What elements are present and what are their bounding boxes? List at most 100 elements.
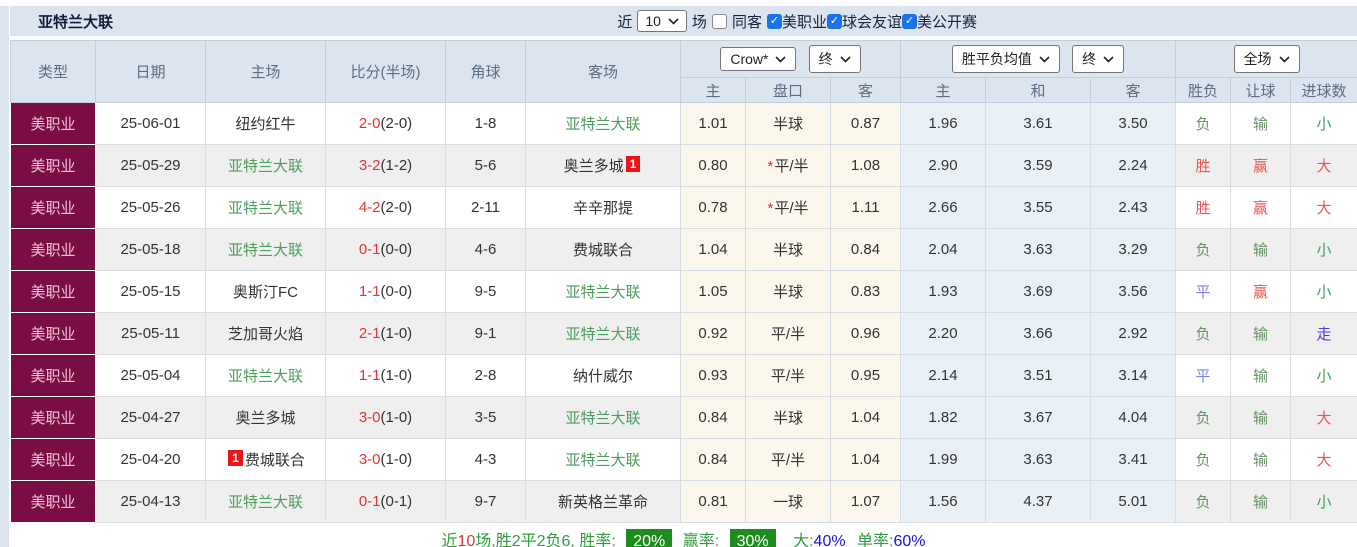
league-filter-checkbox[interactable]: [902, 14, 917, 29]
europe-status-select[interactable]: 终: [1072, 45, 1124, 73]
goals-result-cell: 大: [1291, 187, 1357, 229]
team-name: 亚特兰大联: [228, 200, 303, 217]
away-team-cell[interactable]: 亚特兰大联: [526, 271, 681, 313]
header-group-row: 类型 日期 主场 比分(半场) 角球 客场 Crow* 终: [11, 41, 1357, 78]
col-header-type: 类型: [11, 41, 96, 103]
halftime-score: (2-0): [381, 115, 413, 132]
score-cell[interactable]: 4-2(2-0): [326, 187, 446, 229]
handicap-cell: *平/半: [746, 187, 831, 229]
euro-away-odds-cell: 2.24: [1091, 145, 1176, 187]
same-away-checkbox[interactable]: [712, 14, 727, 29]
score-cell[interactable]: 2-1(1-0): [326, 313, 446, 355]
handicap-result-cell: 输: [1231, 103, 1291, 145]
league-filter-label: 美公开赛: [917, 11, 977, 32]
table-row: 美职业25-05-15奥斯汀FC1-1(0-0)9-5亚特兰大联1.05半球0.…: [11, 271, 1357, 313]
handicap-cell: 半球: [746, 397, 831, 439]
euro-home-odds-cell: 1.99: [901, 439, 986, 481]
date-cell: 25-04-13: [96, 481, 206, 523]
goals-result-cell: 大: [1291, 439, 1357, 481]
away-team-cell[interactable]: 新英格兰革命: [526, 481, 681, 523]
recent-count-value: 10: [645, 13, 661, 29]
league-cell: 美职业: [11, 145, 96, 187]
team-name: 纽约红牛: [235, 116, 295, 133]
euro-draw-odds-cell: 3.63: [986, 229, 1091, 271]
subcol-euro-away: 客: [1091, 78, 1176, 103]
handicap-cell: 半球: [746, 271, 831, 313]
bookmaker-select[interactable]: Crow*: [720, 47, 796, 71]
home-team-cell[interactable]: 芝加哥火焰: [206, 313, 326, 355]
home-team-cell[interactable]: 奥斯汀FC: [206, 271, 326, 313]
away-team-cell[interactable]: 亚特兰大联: [526, 397, 681, 439]
date-cell: 25-04-20: [96, 439, 206, 481]
asia-status-select[interactable]: 终: [809, 45, 861, 73]
handicap-win-rate-badge: 30%: [730, 529, 776, 547]
score-cell[interactable]: 0-1(0-1): [326, 481, 446, 523]
away-team-cell[interactable]: 亚特兰大联: [526, 313, 681, 355]
away-team-cell[interactable]: 亚特兰大联: [526, 439, 681, 481]
euro-draw-odds-cell: 3.66: [986, 313, 1091, 355]
home-team-cell[interactable]: 亚特兰大联: [206, 355, 326, 397]
handicap-result-cell: 输: [1231, 481, 1291, 523]
team-name: 芝加哥火焰: [228, 326, 303, 343]
away-team-cell[interactable]: 费城联合: [526, 229, 681, 271]
away-team-cell[interactable]: 奥兰多城1: [526, 145, 681, 187]
away-team-cell[interactable]: 辛辛那提: [526, 187, 681, 229]
halftime-score: (1-0): [381, 325, 413, 342]
score-cell[interactable]: 1-1(1-0): [326, 355, 446, 397]
chevron-down-icon: [775, 56, 786, 63]
recent-label: 近: [617, 11, 632, 32]
euro-home-odds-cell: 2.66: [901, 187, 986, 229]
fulltime-score: 3-2: [359, 157, 381, 174]
goals-result-cell: 小: [1291, 103, 1357, 145]
table-row: 美职业25-05-26亚特兰大联4-2(2-0)2-11辛辛那提0.78*平/半…: [11, 187, 1357, 229]
league-filter-checkbox[interactable]: [827, 14, 842, 29]
league-cell: 美职业: [11, 439, 96, 481]
outcome-cell: 负: [1176, 397, 1231, 439]
handicap-result-cell: 输: [1231, 229, 1291, 271]
star-marker: *: [767, 200, 773, 217]
outcome-cell: 负: [1176, 103, 1231, 145]
result-group-header: 全场: [1176, 41, 1357, 78]
fulltime-score: 0-1: [359, 493, 381, 510]
home-team-cell[interactable]: 亚特兰大联: [206, 187, 326, 229]
europe-avg-select-value: 胜平负均值: [962, 49, 1032, 69]
home-team-cell[interactable]: 纽约红牛: [206, 103, 326, 145]
score-cell[interactable]: 3-0(1-0): [326, 397, 446, 439]
halftime-score: (1-2): [381, 157, 413, 174]
score-cell[interactable]: 1-1(0-0): [326, 271, 446, 313]
col-header-score: 比分(半场): [326, 41, 446, 103]
league-filter-label: 球会友谊: [842, 11, 902, 32]
home-team-cell[interactable]: 1费城联合: [206, 439, 326, 481]
left-margin-strip: [0, 6, 9, 547]
away-team-cell[interactable]: 亚特兰大联: [526, 103, 681, 145]
footer-count: 10: [457, 533, 475, 547]
team-name: 费城联合: [245, 452, 305, 469]
halftime-score: (0-1): [381, 493, 413, 510]
team-name: 亚特兰大联: [228, 368, 303, 385]
euro-draw-odds-cell: 3.55: [986, 187, 1091, 229]
score-cell[interactable]: 3-0(1-0): [326, 439, 446, 481]
asia-away-odds-cell: 1.04: [831, 439, 901, 481]
home-team-cell[interactable]: 亚特兰大联: [206, 229, 326, 271]
asia-away-odds-cell: 1.07: [831, 481, 901, 523]
date-cell: 25-04-27: [96, 397, 206, 439]
date-cell: 25-05-15: [96, 271, 206, 313]
subcol-euro-home: 主: [901, 78, 986, 103]
table-row: 美职业25-05-29亚特兰大联3-2(1-2)5-6奥兰多城10.80*平/半…: [11, 145, 1357, 187]
recent-count-select[interactable]: 10: [637, 10, 687, 32]
europe-avg-select[interactable]: 胜平负均值: [952, 45, 1060, 73]
euro-away-odds-cell: 3.14: [1091, 355, 1176, 397]
period-select[interactable]: 全场: [1234, 45, 1300, 73]
team-name: 辛辛那提: [573, 200, 633, 217]
home-team-cell[interactable]: 奥兰多城: [206, 397, 326, 439]
score-cell[interactable]: 2-0(2-0): [326, 103, 446, 145]
league-filter-checkbox[interactable]: [767, 14, 782, 29]
handicap-result-cell: 赢: [1231, 271, 1291, 313]
home-team-cell[interactable]: 亚特兰大联: [206, 145, 326, 187]
score-cell[interactable]: 0-1(0-0): [326, 229, 446, 271]
home-team-cell[interactable]: 亚特兰大联: [206, 481, 326, 523]
away-team-cell[interactable]: 纳什威尔: [526, 355, 681, 397]
score-cell[interactable]: 3-2(1-2): [326, 145, 446, 187]
subcol-handicap: 盘口: [746, 78, 831, 103]
corner-cell: 1-8: [446, 103, 526, 145]
